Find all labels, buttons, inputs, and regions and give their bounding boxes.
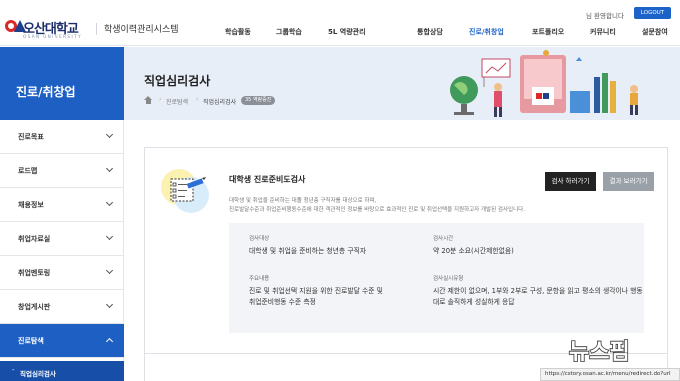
sidebar-item-job-resources[interactable]: 취업자료실: [0, 222, 124, 256]
sidebar-item-label: 진로탐색: [18, 337, 44, 345]
sidebar-item-startup-board[interactable]: 창업게시판: [0, 290, 124, 324]
sidebar-item-mentoring[interactable]: 취업멘토링: [0, 256, 124, 290]
chevron-down-icon: [105, 198, 114, 207]
sidebar-item-label: 채용정보: [18, 201, 44, 209]
sidebar-subitem-label: 직업심리검사: [20, 370, 56, 378]
chevron-up-icon: [105, 337, 114, 346]
breadcrumb-item[interactable]: 진로탐색: [166, 97, 188, 106]
sidebar-item-label: 취업자료실: [18, 235, 51, 243]
sidebar: 진로목표 로드맵 채용정보 취업자료실 취업멘토링 창업게시판 진로탐색: [0, 120, 124, 381]
logout-button[interactable]: LOGOUT: [634, 7, 671, 19]
chevron-down-icon: [105, 232, 114, 241]
breadcrumb-separator: ›: [159, 96, 162, 103]
nav-item-group-study[interactable]: 그룹학습: [276, 27, 302, 37]
site-header: 오산대학교 OSAN UNIVERSITY 학생이력관리시스템 님 환영합니다 …: [0, 0, 680, 46]
chevron-down-icon: [105, 266, 114, 275]
sidebar-item-label: 진로목표: [18, 133, 44, 141]
nav-item-career[interactable]: 진로/취창업: [469, 27, 504, 37]
time-label: 검사시간: [433, 236, 454, 242]
chevron-down-icon: [105, 164, 114, 173]
page-banner: 직업심리검사 › 진로탐색 › 직업심리검사 35 역량증진: [124, 47, 680, 120]
nav-item-community[interactable]: 커뮤니티: [590, 27, 616, 37]
time-value: 약 20분 소요(시간제한없음): [433, 247, 514, 255]
content-value: 취업준비행동 수준 측정: [249, 298, 316, 306]
section-title: 진로/취창업: [16, 85, 76, 99]
bullet-icon: -: [12, 366, 15, 374]
test-title: 대학생 진로준비도검사: [229, 175, 306, 184]
nav-item-survey[interactable]: 설문참여: [642, 27, 668, 37]
method-value: 대로 솔직하게 성실하게 응답: [433, 298, 515, 306]
sidebar-item-roadmap[interactable]: 로드맵: [0, 154, 124, 188]
test-card: 대학생 진로준비도검사 검사 하러가기 결과 보러가기 대학생 및 취업을 준비…: [144, 147, 668, 359]
section-banner: 진로/취창업: [0, 47, 124, 120]
competency-badge: 35 역량증진: [241, 96, 276, 105]
sidebar-item-jobs[interactable]: 채용정보: [0, 188, 124, 222]
home-icon[interactable]: [144, 96, 153, 105]
description-line: 진로발달수준과 취업준비행동수준에 대한 객관적인 정보를 바탕으로 효과적인 …: [229, 207, 525, 213]
sidebar-item-career-exploration[interactable]: 진로탐색: [0, 324, 124, 358]
chevron-down-icon: [105, 300, 114, 309]
watermark-text: 뉴스핌: [569, 340, 630, 365]
breadcrumb-current: 직업심리검사: [203, 99, 237, 106]
test-checklist-icon: [161, 169, 209, 213]
nav-item-counseling[interactable]: 통합상담: [417, 27, 443, 37]
main-nav: 학습활동 그룹학습 5L 역량관리 통합상담 진로/취창업 포트폴리오 커뮤니티…: [0, 27, 680, 37]
test-info-box: 검사대상 대학생 및 취업을 준비하는 청년층 구직자 검사시간 약 20분 소…: [229, 223, 644, 333]
sidebar-item-label: 취업멘토링: [18, 269, 51, 277]
method-value: 시간 제한이 없으며, 1부와 2부로 구성, 문항을 읽고 평소의 생각이나 …: [433, 287, 643, 295]
status-url-bar: https://cstory.osan.ac.kr/menu/redirect.…: [540, 368, 680, 381]
nav-item-learning[interactable]: 학습활동: [225, 27, 251, 37]
test-description: 대학생 및 취업을 준비하는 대졸 청년층 구직자를 대상으로 하며, 진로발달…: [229, 197, 649, 215]
sidebar-item-label: 로드맵: [18, 167, 38, 175]
target-value: 대학생 및 취업을 준비하는 청년층 구직자: [249, 247, 367, 255]
sidebar-subitem-aptitude-test[interactable]: - 직업심리검사: [0, 361, 124, 381]
view-result-button[interactable]: 결과 보러가기: [603, 172, 654, 191]
page-title: 직업심리검사: [144, 74, 211, 88]
watermark-logo: 뉴스핌: [568, 339, 630, 365]
welcome-text: 님 환영합니다: [586, 12, 624, 20]
start-test-button[interactable]: 검사 하러가기: [545, 172, 596, 191]
chevron-down-icon: [105, 130, 114, 139]
target-label: 검사대상: [249, 236, 270, 242]
nav-item-portfolio[interactable]: 포트폴리오: [532, 27, 564, 37]
nav-item-5l[interactable]: 5L 역량관리: [328, 27, 366, 37]
sidebar-item-label: 창업게시판: [18, 303, 51, 311]
description-line: 대학생 및 취업을 준비하는 대졸 청년층 구직자를 대상으로 하며,: [229, 198, 377, 204]
content-value: 진로 및 취업선택 지원을 위한 진로발달 수준 및: [249, 287, 383, 295]
banner-illustration-icon: [450, 50, 638, 117]
breadcrumb-separator: ›: [196, 96, 199, 103]
method-label: 검사실시유형: [433, 276, 464, 282]
content-label: 주요내용: [249, 276, 270, 282]
sidebar-item-career-goal[interactable]: 진로목표: [0, 120, 124, 154]
